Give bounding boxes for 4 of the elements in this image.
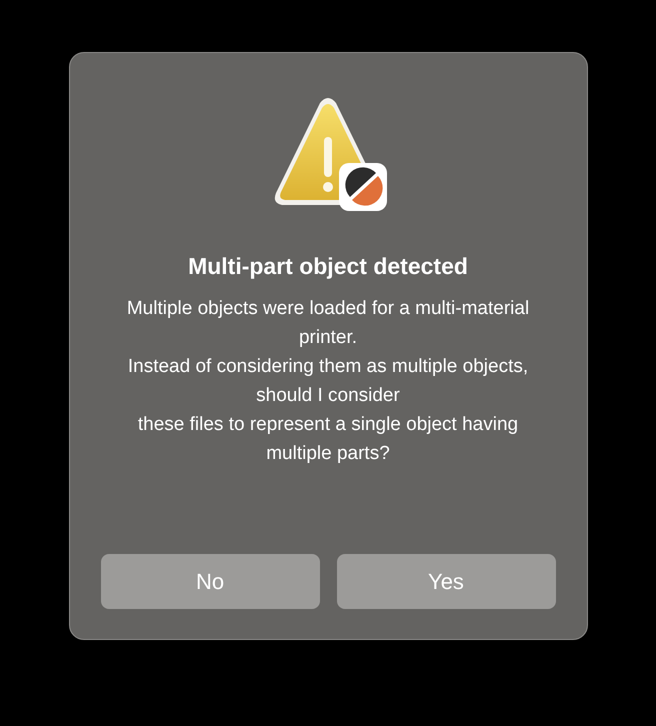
dialog-button[interactable]: No [100, 554, 320, 609]
dialog-title: Multi-part object detected [188, 253, 468, 280]
dialog-message: Multiple objects were loaded for a multi-material printer. Instead of considering them as multiple objects, should I consider these files to represent a single object having multiple parts? [126, 297, 530, 466]
dialog-button[interactable]: Yes [336, 554, 556, 609]
